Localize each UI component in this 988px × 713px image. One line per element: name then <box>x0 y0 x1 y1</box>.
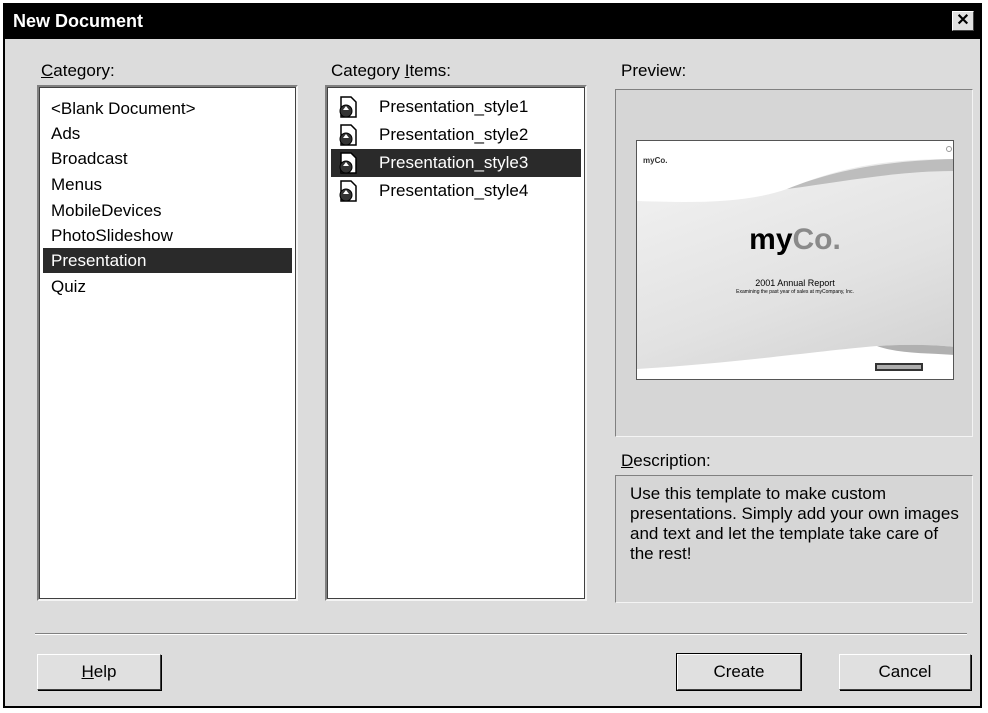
preview-panel: myCo. myCo. 2001 Annual Report Examining… <box>615 89 973 437</box>
close-icon: ✕ <box>956 12 970 29</box>
category-items-list[interactable]: Presentation_style1 Presentation_style2 … <box>325 85 587 601</box>
category-item[interactable]: PhotoSlideshow <box>43 223 292 248</box>
presentation-file-icon <box>339 180 357 202</box>
preview-swoosh-graphic <box>637 141 953 379</box>
template-item-selected[interactable]: Presentation_style3 <box>331 149 581 177</box>
template-item[interactable]: Presentation_style2 <box>331 121 581 149</box>
create-button[interactable]: Create <box>676 653 802 691</box>
presentation-file-icon <box>339 124 357 146</box>
separator <box>35 633 967 635</box>
template-item-label: Presentation_style1 <box>379 97 529 116</box>
category-item[interactable]: Menus <box>43 172 292 197</box>
category-item[interactable]: Quiz <box>43 274 292 299</box>
preview-thumbnail: myCo. myCo. 2001 Annual Report Examining… <box>636 140 954 380</box>
category-item-selected[interactable]: Presentation <box>43 248 292 273</box>
preview-label: Preview: <box>621 61 687 80</box>
window-title: New Document <box>13 11 144 31</box>
description-label: Description: <box>621 451 711 470</box>
presentation-file-icon <box>339 152 357 174</box>
presentation-file-icon <box>339 96 357 118</box>
description-text: Use this template to make custom present… <box>615 475 973 603</box>
template-item[interactable]: Presentation_style1 <box>331 93 581 121</box>
new-document-dialog: New Document ✕ Category: <Blank Document… <box>3 3 982 708</box>
template-item[interactable]: Presentation_style4 <box>331 177 581 205</box>
thumb-logo-small: myCo. <box>643 156 668 165</box>
category-item[interactable]: <Blank Document> <box>43 96 292 121</box>
template-item-label: Presentation_style4 <box>379 181 529 200</box>
category-items-label: Category Items: <box>331 61 451 80</box>
cancel-button[interactable]: Cancel <box>839 654 971 690</box>
template-item-label: Presentation_style3 <box>379 153 529 172</box>
thumb-report-title: 2001 Annual Report <box>755 278 835 288</box>
template-item-label: Presentation_style2 <box>379 125 529 144</box>
category-item[interactable]: MobileDevices <box>43 198 292 223</box>
category-item[interactable]: Broadcast <box>43 146 292 171</box>
category-label: Category: <box>41 61 115 80</box>
category-list[interactable]: <Blank Document> Ads Broadcast Menus Mob… <box>37 85 298 601</box>
help-button[interactable]: Help <box>37 654 161 690</box>
category-item[interactable]: Ads <box>43 121 292 146</box>
thumb-logo-big: myCo. <box>749 223 841 256</box>
close-button[interactable]: ✕ <box>952 11 974 31</box>
thumb-report-subtitle: Examining the past year of sales at myCo… <box>736 289 854 295</box>
title-bar[interactable]: New Document ✕ <box>5 5 980 39</box>
